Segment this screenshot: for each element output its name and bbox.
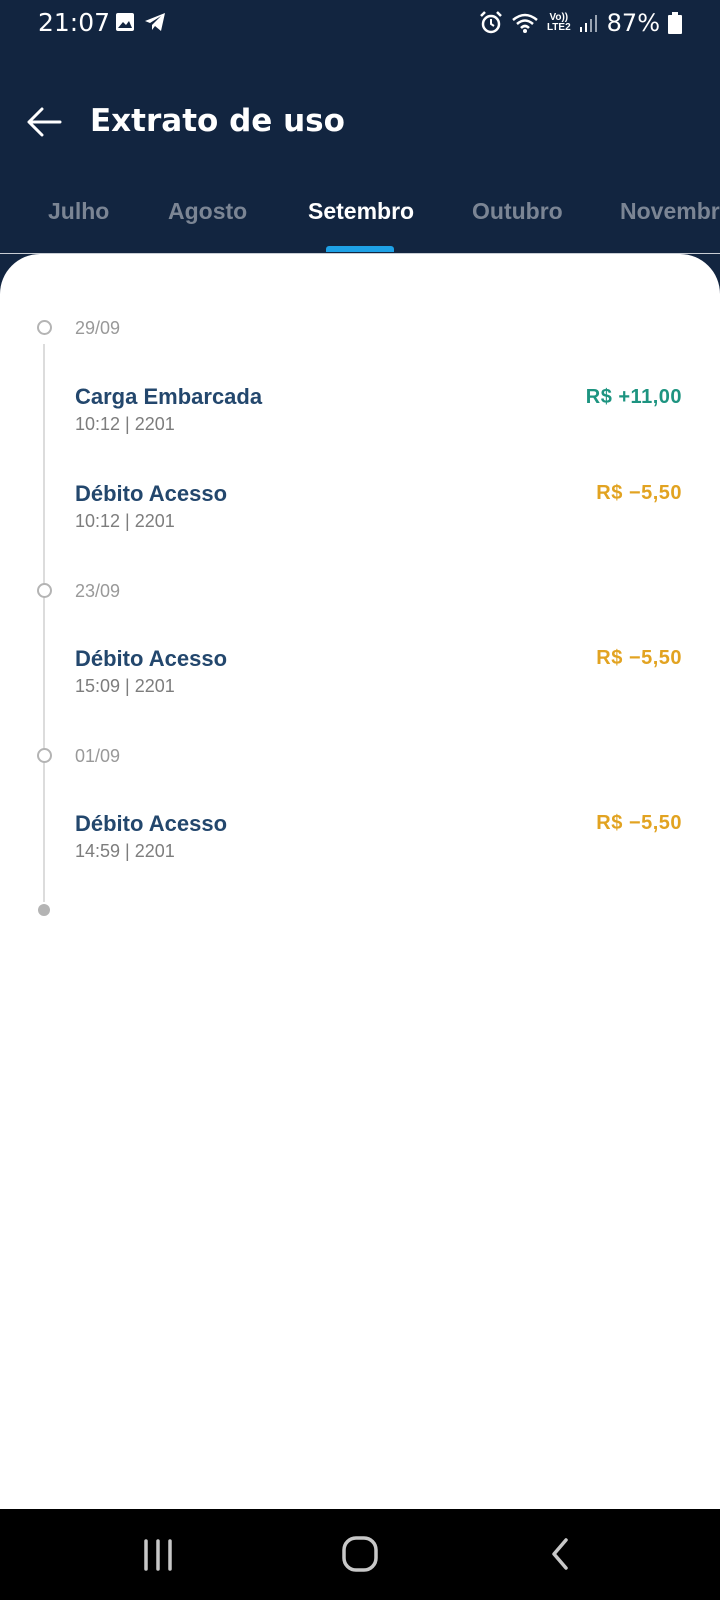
back-button[interactable] bbox=[24, 102, 64, 142]
tab-agosto[interactable]: Agosto bbox=[168, 198, 247, 225]
app-header: Extrato de uso Julho Agosto Setembro Out… bbox=[0, 46, 720, 252]
date-label: 29/09 bbox=[75, 318, 121, 338]
timeline-dot bbox=[37, 320, 52, 335]
chevron-left-icon bbox=[552, 1538, 568, 1570]
tab-outubro[interactable]: Outubro bbox=[472, 198, 563, 225]
active-tab-indicator bbox=[326, 246, 394, 252]
transaction-meta: 15:09 | 2201 bbox=[75, 676, 175, 696]
recents-button[interactable] bbox=[128, 1529, 188, 1579]
month-tabs: Julho Agosto Setembro Outubro Novembro bbox=[0, 176, 720, 250]
telegram-notification-icon bbox=[145, 13, 165, 31]
transaction-meta: 10:12 | 2201 bbox=[75, 511, 175, 531]
transaction-meta: 14:59 | 2201 bbox=[75, 841, 175, 861]
statement-list: 29/09 Carga Embarcada 10:12 | 2201 R$ +1… bbox=[0, 254, 720, 1509]
timeline-dot bbox=[37, 583, 52, 598]
transaction-title: Débito Acesso bbox=[75, 811, 228, 836]
transaction-amount: R$ +11,00 bbox=[585, 386, 682, 408]
date-label: 23/09 bbox=[75, 581, 121, 601]
transaction-title: Débito Acesso bbox=[75, 481, 228, 506]
transaction-amount: R$ −5,50 bbox=[596, 647, 682, 669]
home-button[interactable] bbox=[330, 1529, 390, 1579]
transaction-amount: R$ −5,50 bbox=[596, 812, 682, 834]
tab-novembro[interactable]: Novembro bbox=[620, 198, 720, 225]
transaction-title: Débito Acesso bbox=[75, 646, 228, 671]
alarm-icon bbox=[480, 11, 502, 34]
tab-setembro[interactable]: Setembro bbox=[308, 198, 414, 225]
recents-icon bbox=[144, 1539, 172, 1571]
transaction-amount: R$ −5,50 bbox=[596, 482, 682, 504]
transaction-meta: 10:12 | 2201 bbox=[75, 414, 175, 434]
date-label: 01/09 bbox=[75, 746, 121, 766]
system-navigation-bar bbox=[0, 1509, 720, 1600]
status-time: 21:07 bbox=[38, 8, 111, 37]
home-icon bbox=[342, 1536, 378, 1572]
nav-back-button[interactable] bbox=[530, 1529, 590, 1579]
wifi-icon bbox=[512, 13, 538, 33]
gallery-notification-icon bbox=[116, 13, 134, 31]
timeline-dot bbox=[37, 748, 52, 763]
battery-percentage: 87% bbox=[606, 9, 660, 37]
battery-icon bbox=[668, 12, 682, 34]
timeline-line bbox=[43, 344, 45, 902]
lte-indicator: Vo)) LTE2 bbox=[546, 12, 571, 33]
tab-julho[interactable]: Julho bbox=[48, 198, 109, 225]
transaction-title: Carga Embarcada bbox=[75, 384, 263, 409]
arrow-left-icon bbox=[27, 107, 62, 137]
page-title: Extrato de uso bbox=[90, 103, 345, 139]
signal-icon bbox=[579, 15, 597, 32]
status-bar: 21:07 Vo)) LTE2 87% bbox=[0, 0, 720, 46]
timeline-end-dot bbox=[38, 904, 50, 916]
